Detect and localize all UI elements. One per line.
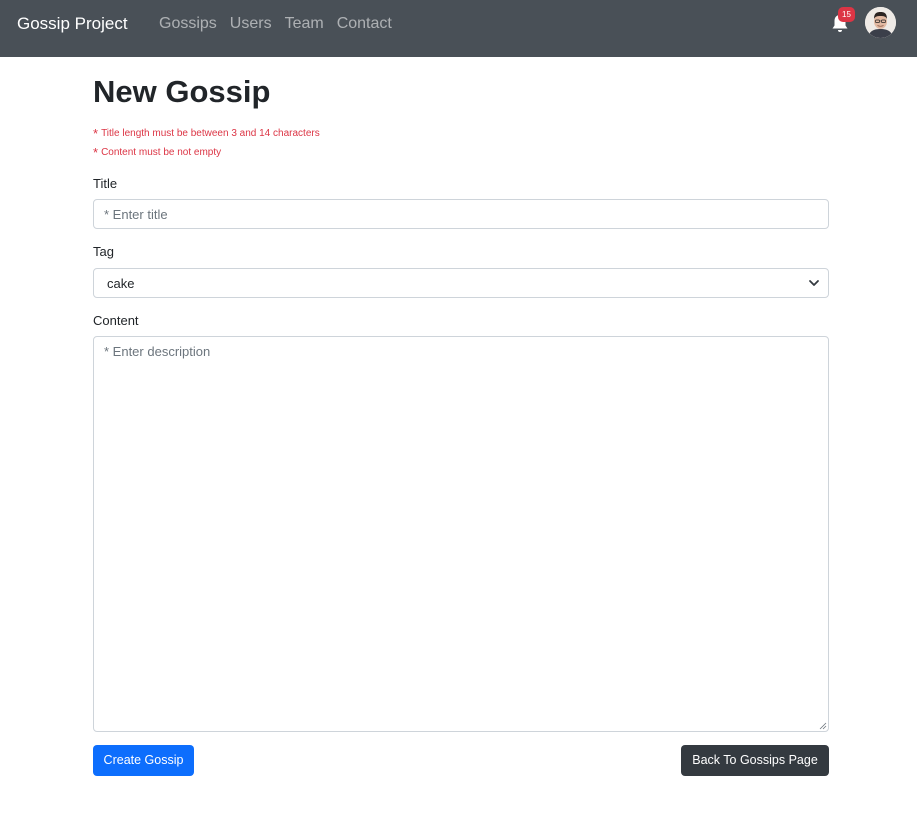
nav-link-team[interactable]: Team bbox=[285, 14, 324, 34]
nav-link-gossips[interactable]: Gossips bbox=[159, 14, 217, 34]
nav-links: Gossips Users Team Contact bbox=[159, 14, 405, 34]
nav-link-contact[interactable]: Contact bbox=[337, 14, 392, 34]
title-input[interactable] bbox=[93, 199, 829, 229]
error-asterisk: * bbox=[93, 126, 99, 141]
title-label: Title bbox=[93, 176, 118, 191]
chevron-down-icon bbox=[809, 280, 819, 286]
navbar: Gossip Project Gossips Users Team Contac… bbox=[0, 0, 917, 57]
error-asterisk: * bbox=[93, 145, 99, 160]
resize-handle-icon[interactable] bbox=[819, 722, 827, 730]
back-to-gossips-button[interactable]: Back To Gossips Page bbox=[681, 745, 829, 776]
tag-label: Tag bbox=[93, 244, 114, 259]
error-list: * Title length must be between 3 and 14 … bbox=[93, 124, 320, 162]
error-title-length: * Title length must be between 3 and 14 … bbox=[93, 124, 320, 143]
avatar[interactable] bbox=[865, 7, 896, 38]
tag-select[interactable]: cake bbox=[93, 268, 829, 298]
brand-link[interactable]: Gossip Project bbox=[17, 14, 128, 34]
error-text: Title length must be between 3 and 14 ch… bbox=[101, 128, 320, 139]
error-text: Content must be not empty bbox=[101, 147, 222, 158]
page-title: New Gossip bbox=[93, 74, 271, 109]
nav-link-users[interactable]: Users bbox=[230, 14, 272, 34]
avatar-portrait-icon bbox=[865, 7, 896, 38]
notification-badge: 15 bbox=[838, 7, 855, 22]
error-content-empty: * Content must be not empty bbox=[93, 143, 320, 162]
create-gossip-button[interactable]: Create Gossip bbox=[93, 745, 194, 776]
content-textarea[interactable] bbox=[93, 336, 829, 732]
tag-selected-value: cake bbox=[107, 275, 135, 291]
content-label: Content bbox=[93, 313, 139, 328]
